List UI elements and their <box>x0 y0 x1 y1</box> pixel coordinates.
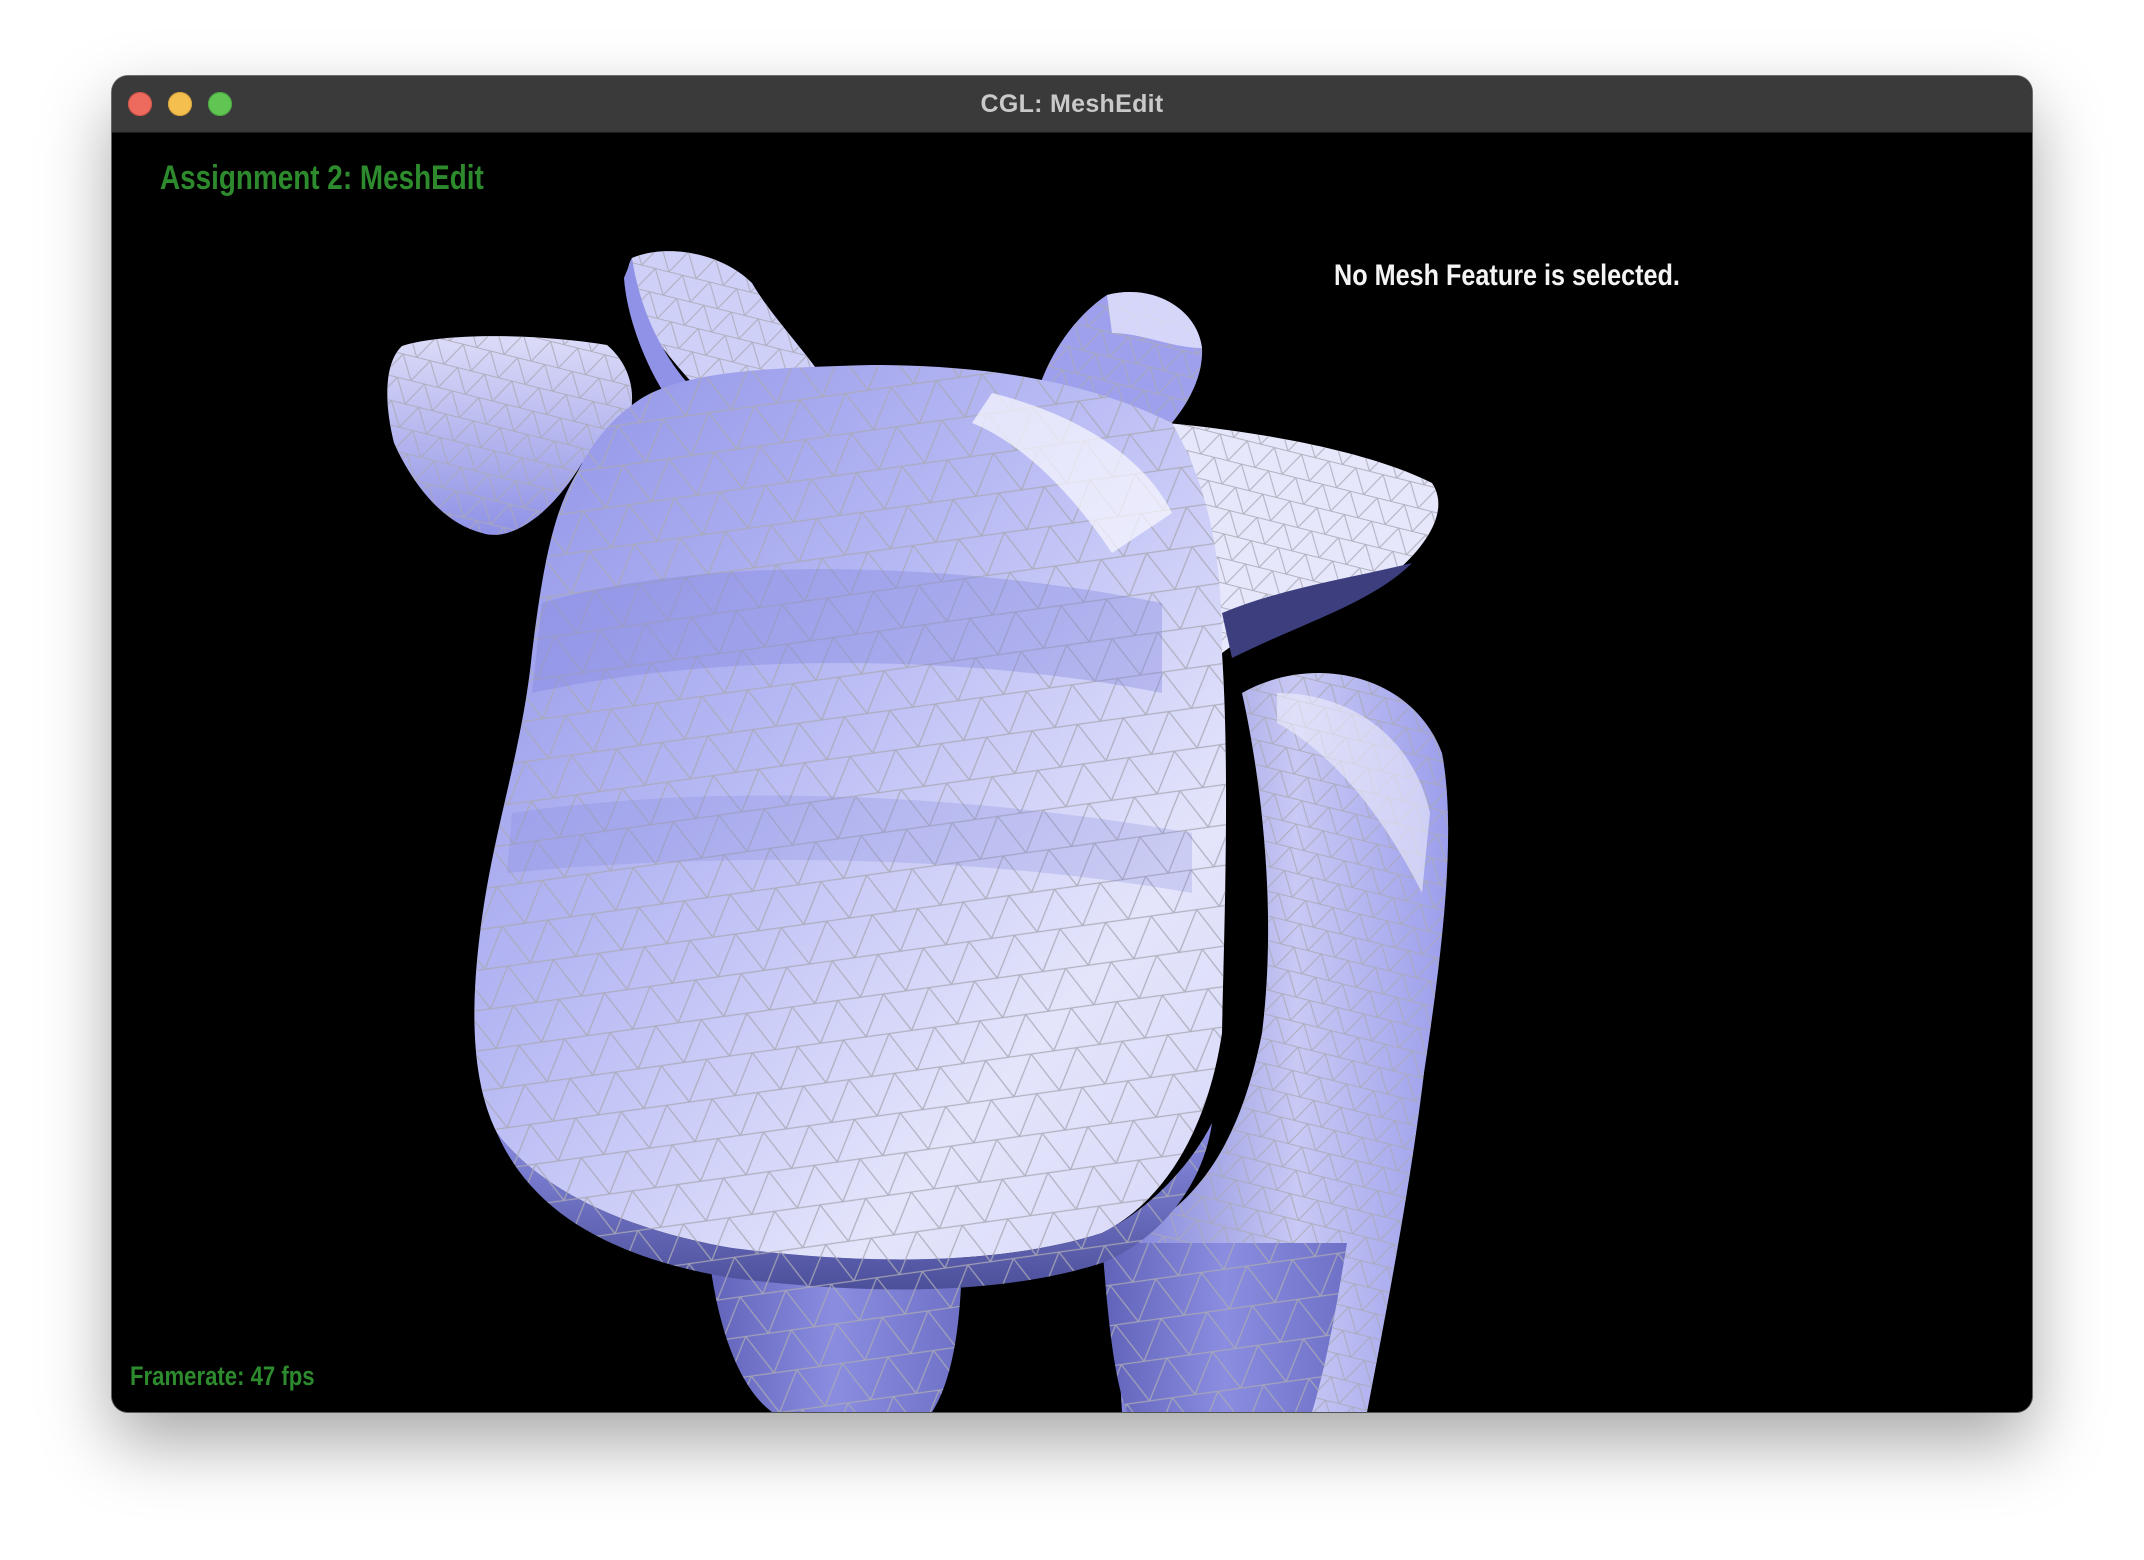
selection-status: No Mesh Feature is selected. <box>1334 259 1680 292</box>
mesh-head <box>474 365 1227 1290</box>
window-title: CGL: MeshEdit <box>980 90 1164 118</box>
framerate-label: Framerate: 47 fps <box>130 1361 315 1391</box>
3d-viewport[interactable]: Assignment 2: MeshEdit No Mesh Feature i… <box>112 133 2032 1412</box>
assignment-title: Assignment 2: MeshEdit <box>160 159 484 197</box>
app-window: CGL: MeshEdit Assignment 2: MeshEdit No … <box>112 76 2032 1412</box>
mesh-render[interactable] <box>112 133 2032 1412</box>
titlebar[interactable]: CGL: MeshEdit <box>112 76 2032 133</box>
